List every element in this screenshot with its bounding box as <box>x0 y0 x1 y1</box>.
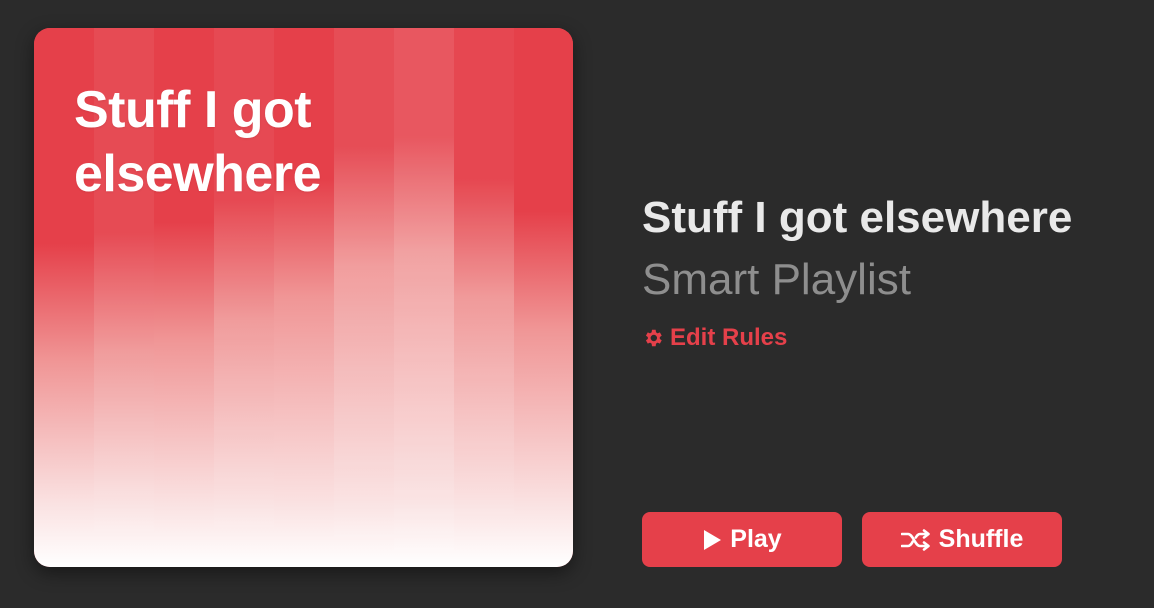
artwork-title: Stuff I got elsewhere <box>74 81 322 203</box>
play-label: Play <box>730 525 782 553</box>
play-icon <box>702 529 722 551</box>
play-button[interactable]: Play <box>642 512 842 567</box>
shuffle-button[interactable]: Shuffle <box>862 512 1062 567</box>
gear-icon <box>642 327 664 349</box>
playlist-title: Stuff I got elsewhere <box>642 193 1073 242</box>
playlist-header: Stuff I got elsewhere Stuff I got elsewh… <box>0 0 1154 608</box>
shuffle-label: Shuffle <box>938 525 1024 553</box>
edit-rules-link[interactable]: Edit Rules <box>642 324 787 352</box>
playlist-type: Smart Playlist <box>642 255 911 304</box>
shuffle-icon <box>900 528 931 551</box>
playlist-artwork[interactable]: Stuff I got elsewhere <box>34 28 573 567</box>
edit-rules-label: Edit Rules <box>670 324 788 351</box>
